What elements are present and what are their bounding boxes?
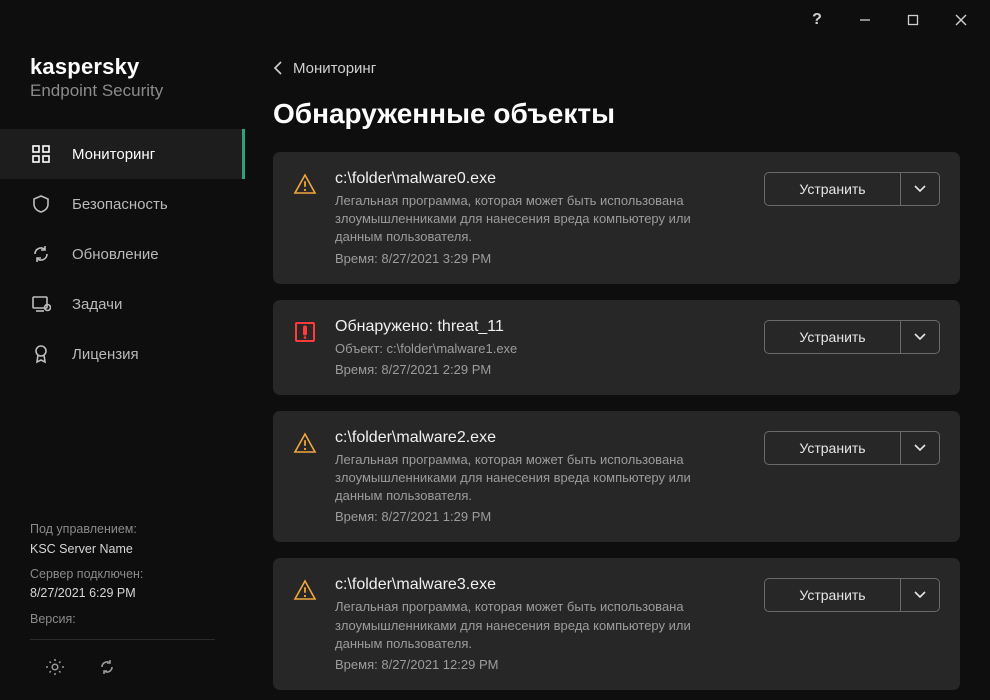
time-label: Время: bbox=[335, 657, 381, 672]
resolve-split-button: Устранить bbox=[764, 578, 940, 612]
sidebar-item-label: Безопасность bbox=[72, 196, 168, 213]
main-panel: Мониторинг Обнаруженные объекты c:\folde… bbox=[245, 40, 990, 700]
support-button[interactable] bbox=[96, 656, 118, 678]
help-button[interactable]: ? bbox=[794, 4, 840, 36]
brand-product: Endpoint Security bbox=[30, 81, 245, 101]
sidebar-item-label: Лицензия bbox=[72, 346, 139, 363]
sidebar-item-label: Обновление bbox=[72, 246, 159, 263]
threat-description: Легальная программа, которая может быть … bbox=[335, 192, 735, 247]
brand-name: kaspersky bbox=[30, 54, 245, 80]
sidebar-item-tasks[interactable]: Задачи bbox=[0, 279, 245, 329]
sidebar-info: Под управлением: KSC Server Name Сервер … bbox=[0, 520, 245, 639]
server-connected-value: 8/27/2021 6:29 PM bbox=[30, 584, 215, 603]
threat-description: Легальная программа, которая может быть … bbox=[335, 451, 735, 506]
threat-title: c:\folder\malware0.exe bbox=[335, 170, 746, 188]
divider bbox=[30, 639, 215, 640]
brand: kaspersky Endpoint Security bbox=[0, 52, 245, 123]
dashboard-icon bbox=[30, 143, 52, 165]
breadcrumb-label: Мониторинг bbox=[293, 60, 376, 77]
version-label: Версия: bbox=[30, 610, 215, 629]
chevron-down-icon bbox=[914, 591, 926, 599]
settings-button[interactable] bbox=[44, 656, 66, 678]
threat-card: Обнаружено: threat_11 Объект: c:\folder\… bbox=[273, 300, 960, 395]
maximize-button[interactable] bbox=[890, 4, 936, 36]
breadcrumb-back[interactable]: Мониторинг bbox=[273, 56, 376, 80]
chevron-down-icon bbox=[914, 444, 926, 452]
resolve-dropdown-button[interactable] bbox=[900, 578, 940, 612]
resolve-split-button: Устранить bbox=[764, 172, 940, 206]
window-titlebar: ? bbox=[0, 0, 990, 40]
severity-icon bbox=[293, 170, 317, 266]
sidebar-item-label: Мониторинг bbox=[72, 146, 155, 163]
sidebar: kaspersky Endpoint Security Мониторинг bbox=[0, 40, 245, 700]
time-label: Время: bbox=[335, 509, 381, 524]
resolve-button[interactable]: Устранить bbox=[764, 431, 900, 465]
minimize-button[interactable] bbox=[842, 4, 888, 36]
severity-icon bbox=[293, 429, 317, 525]
resolve-dropdown-button[interactable] bbox=[900, 172, 940, 206]
shield-icon bbox=[30, 193, 52, 215]
threat-title: c:\folder\malware2.exe bbox=[335, 429, 746, 447]
tasks-icon bbox=[30, 293, 52, 315]
threat-title: c:\folder\malware3.exe bbox=[335, 576, 746, 594]
sidebar-nav: Мониторинг Безопасность Обновление bbox=[0, 129, 245, 379]
server-connected-label: Сервер подключен: bbox=[30, 565, 215, 584]
sidebar-item-license[interactable]: Лицензия bbox=[0, 329, 245, 379]
sidebar-item-update[interactable]: Обновление bbox=[0, 229, 245, 279]
sidebar-item-label: Задачи bbox=[72, 296, 122, 313]
refresh-icon bbox=[30, 243, 52, 265]
threat-time: Время:8/27/2021 3:29 PM bbox=[335, 251, 746, 266]
badge-icon bbox=[30, 343, 52, 365]
time-label: Время: bbox=[335, 251, 381, 266]
page-title: Обнаруженные объекты bbox=[273, 98, 962, 130]
threat-card: c:\folder\malware2.exe Легальная програм… bbox=[273, 411, 960, 543]
threat-time: Время:8/27/2021 1:29 PM bbox=[335, 509, 746, 524]
threat-description: Легальная программа, которая может быть … bbox=[335, 598, 735, 653]
threat-card: c:\folder\malware0.exe Легальная програм… bbox=[273, 152, 960, 284]
managed-by-label: Под управлением: bbox=[30, 520, 215, 539]
threat-time: Время:8/27/2021 2:29 PM bbox=[335, 362, 746, 377]
threat-description: Объект: c:\folder\malware1.exe bbox=[335, 340, 735, 358]
close-button[interactable] bbox=[938, 4, 984, 36]
resolve-split-button: Устранить bbox=[764, 431, 940, 465]
resolve-button[interactable]: Устранить bbox=[764, 320, 900, 354]
chevron-down-icon bbox=[914, 185, 926, 193]
threat-title: Обнаружено: threat_11 bbox=[335, 318, 746, 336]
resolve-button[interactable]: Устранить bbox=[764, 172, 900, 206]
time-label: Время: bbox=[335, 362, 381, 377]
severity-icon bbox=[293, 318, 317, 377]
resolve-dropdown-button[interactable] bbox=[900, 320, 940, 354]
resolve-split-button: Устранить bbox=[764, 320, 940, 354]
managed-by-value: KSC Server Name bbox=[30, 540, 215, 559]
sidebar-item-security[interactable]: Безопасность bbox=[0, 179, 245, 229]
chevron-left-icon bbox=[273, 61, 283, 75]
threat-card: c:\folder\malware3.exe Легальная програм… bbox=[273, 558, 960, 690]
threat-list[interactable]: c:\folder\malware0.exe Легальная програм… bbox=[273, 152, 962, 700]
severity-icon bbox=[293, 576, 317, 672]
resolve-button[interactable]: Устранить bbox=[764, 578, 900, 612]
threat-time: Время:8/27/2021 12:29 PM bbox=[335, 657, 746, 672]
sidebar-item-monitoring[interactable]: Мониторинг bbox=[0, 129, 245, 179]
resolve-dropdown-button[interactable] bbox=[900, 431, 940, 465]
chevron-down-icon bbox=[914, 333, 926, 341]
